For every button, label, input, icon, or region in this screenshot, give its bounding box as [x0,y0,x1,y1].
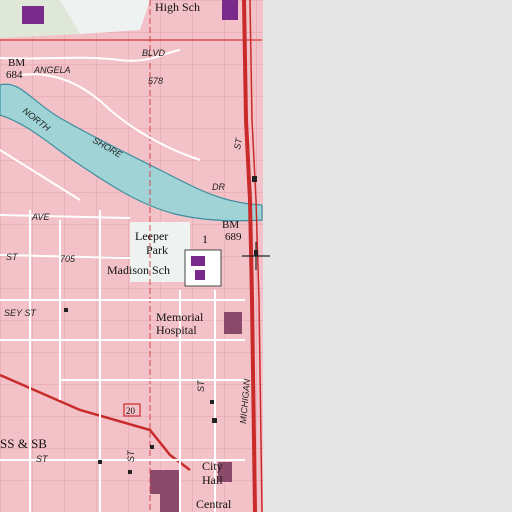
label-bm-684-b: 684 [6,69,23,81]
label-st-mid: ST [196,379,206,392]
label-angela: ANGELA [33,65,71,75]
madison-school-block [184,249,222,287]
label-city: City [202,459,223,473]
label-madison-sch: Madison Sch [107,263,170,277]
label-st-bottom: ST [36,454,49,464]
label-hospital: Hospital [156,323,197,337]
label-sey-st: SEY ST [4,308,37,318]
central-building [150,470,180,494]
label-hall: Hall [202,473,223,487]
label-bm-689-b: 689 [225,231,242,243]
school-building [191,256,205,266]
label-park: Park [146,243,168,257]
label-ss-sb: SS & SB [0,436,47,451]
hospital-building [224,312,242,334]
topographic-map[interactable]: High Sch BLVD ANGELA BM 684 578 NORTH SH… [0,0,512,512]
north-buildings [22,6,44,24]
label-memorial: Memorial [156,310,204,324]
label-dr: DR [212,182,225,192]
high-school-building [222,0,238,20]
label-st-low: ST [126,449,136,462]
label-578: 578 [148,76,163,86]
central-building-2 [160,494,180,512]
label-bm-684-a: BM [8,57,25,69]
label-st-left: ST [6,252,19,262]
label-route-1: 1 [202,232,208,246]
label-705: 705 [60,254,76,264]
label-high-sch: High Sch [155,0,200,14]
label-leeper: Leeper [135,229,168,243]
label-blvd: BLVD [142,48,166,58]
school-building-2 [195,270,205,280]
label-central: Central [196,497,232,511]
label-bm-689-a: BM [222,219,239,231]
label-route-20: 20 [126,406,136,416]
label-ave: AVE [31,212,51,222]
